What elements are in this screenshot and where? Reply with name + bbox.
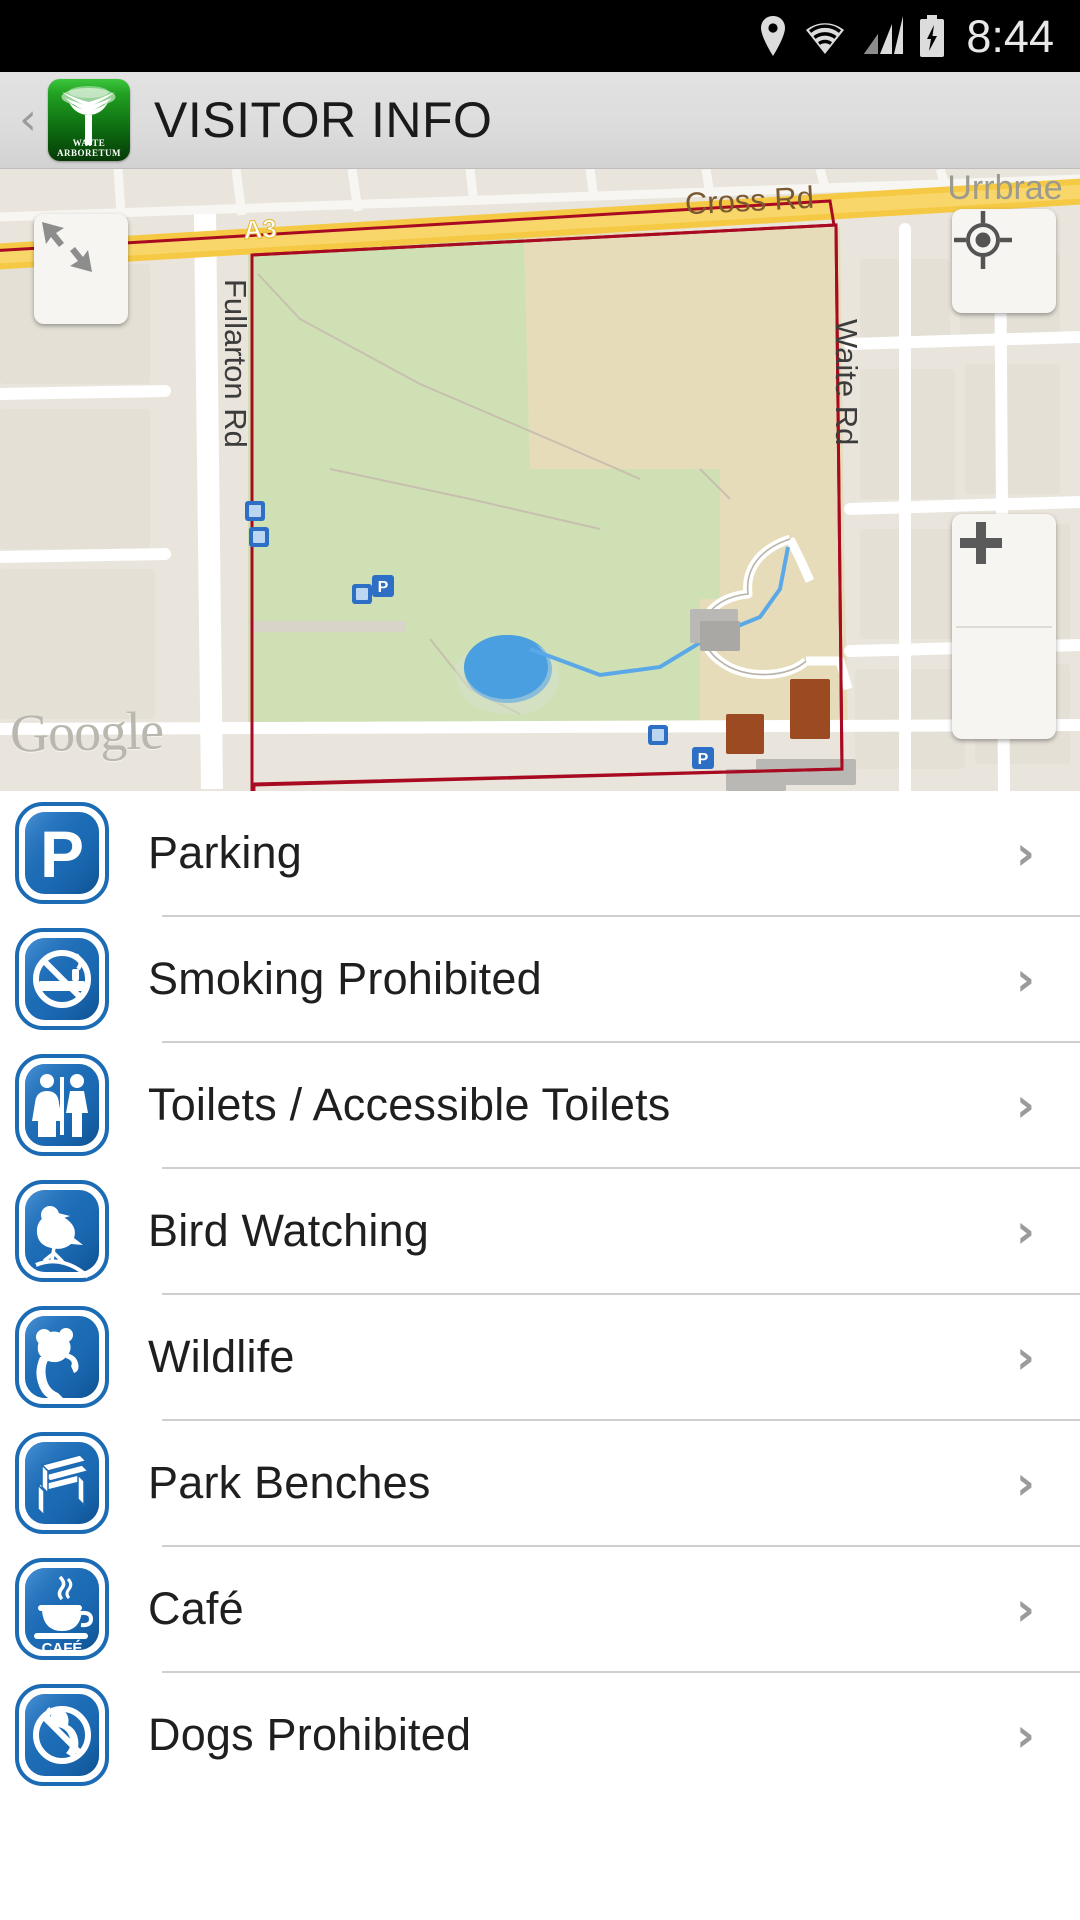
koala-sign-icon (14, 1305, 110, 1409)
svg-text:CAFÉ: CAFÉ (42, 1640, 83, 1657)
visitor-info-list: P Parking › Smoking Prohibited › Toilets… (0, 791, 1080, 1797)
road-label-cross-rd: Cross Rd (684, 180, 815, 222)
battery-charging-icon (918, 15, 946, 57)
cell-signal-icon (862, 16, 904, 56)
map-canvas: P P P A3 Cross Rd Urrbrae Fullarton Rd W… (0, 169, 1080, 791)
location-pin-icon (758, 15, 788, 57)
status-bar: 8:44 (0, 0, 1080, 72)
list-item-label: Park Benches (148, 1457, 431, 1508)
list-item[interactable]: CAFÉ Café › (0, 1547, 1080, 1671)
bird-sign-icon (14, 1179, 110, 1283)
map-expand-button[interactable] (34, 214, 128, 324)
list-item[interactable]: P Parking › (0, 791, 1080, 915)
map-view[interactable]: P P P A3 Cross Rd Urrbrae Fullarton Rd W… (0, 169, 1080, 791)
svg-text:P: P (698, 751, 709, 768)
action-bar: ‹ WAITE ARBORETUM VISITOR INFO (0, 72, 1080, 169)
list-item-label: Toilets / Accessible Toilets (148, 1079, 671, 1130)
list-item-label: Parking (148, 827, 302, 878)
cafe-sign-icon: CAFÉ (14, 1557, 110, 1661)
chevron-right-icon: › (1016, 1330, 1035, 1384)
logo-line-2: ARBORETUM (56, 148, 121, 158)
zoom-out-button[interactable] (952, 538, 1056, 740)
map-zoom-controls (952, 514, 1056, 739)
list-item[interactable]: Smoking Prohibited › (0, 917, 1080, 1041)
list-item[interactable]: Bird Watching › (0, 1169, 1080, 1293)
app-screen: 8:44 ‹ WAITE ARBORETUM VISITOR INFO P P … (0, 0, 1080, 1920)
road-label-fullarton-rd: Fullarton Rd (218, 279, 253, 448)
list-item[interactable]: Park Benches › (0, 1421, 1080, 1545)
svg-text:P: P (40, 817, 84, 891)
place-label-urrbrae: Urrbrae (947, 169, 1062, 207)
toilets-sign-icon (14, 1053, 110, 1157)
wifi-icon (802, 16, 848, 56)
chevron-right-icon: › (1016, 826, 1035, 880)
chevron-right-icon: › (1016, 952, 1035, 1006)
list-item-label: Bird Watching (148, 1205, 430, 1256)
list-item-label: Café (148, 1583, 244, 1634)
list-item[interactable]: Toilets / Accessible Toilets › (0, 1043, 1080, 1167)
svg-text:P: P (378, 579, 389, 596)
road-label-waite-rd: Waite Rd (829, 319, 864, 445)
no-dogs-sign-icon (14, 1683, 110, 1787)
google-attribution: Google (9, 700, 164, 764)
chevron-right-icon: › (1016, 1582, 1035, 1636)
road-label-a3: A3 (243, 213, 278, 245)
status-time: 8:44 (966, 10, 1054, 62)
list-item-label: Dogs Prohibited (148, 1709, 472, 1760)
my-location-button[interactable] (952, 209, 1056, 313)
waite-arboretum-logo[interactable]: WAITE ARBORETUM (48, 79, 130, 161)
logo-line-1: WAITE (72, 138, 106, 148)
bench-sign-icon (14, 1431, 110, 1535)
list-item[interactable]: Wildlife › (0, 1295, 1080, 1419)
list-item[interactable]: Dogs Prohibited › (0, 1673, 1080, 1797)
chevron-right-icon: › (1016, 1204, 1035, 1258)
back-button[interactable]: ‹ (8, 98, 48, 142)
page-title: VISITOR INFO (154, 92, 493, 148)
parking-sign-icon: P (14, 801, 110, 905)
no-smoking-sign-icon (14, 927, 110, 1031)
list-item-label: Smoking Prohibited (148, 953, 542, 1004)
chevron-right-icon: › (1016, 1078, 1035, 1132)
list-item-label: Wildlife (148, 1331, 295, 1382)
chevron-right-icon: › (1016, 1456, 1035, 1510)
chevron-right-icon: › (1016, 1708, 1035, 1762)
